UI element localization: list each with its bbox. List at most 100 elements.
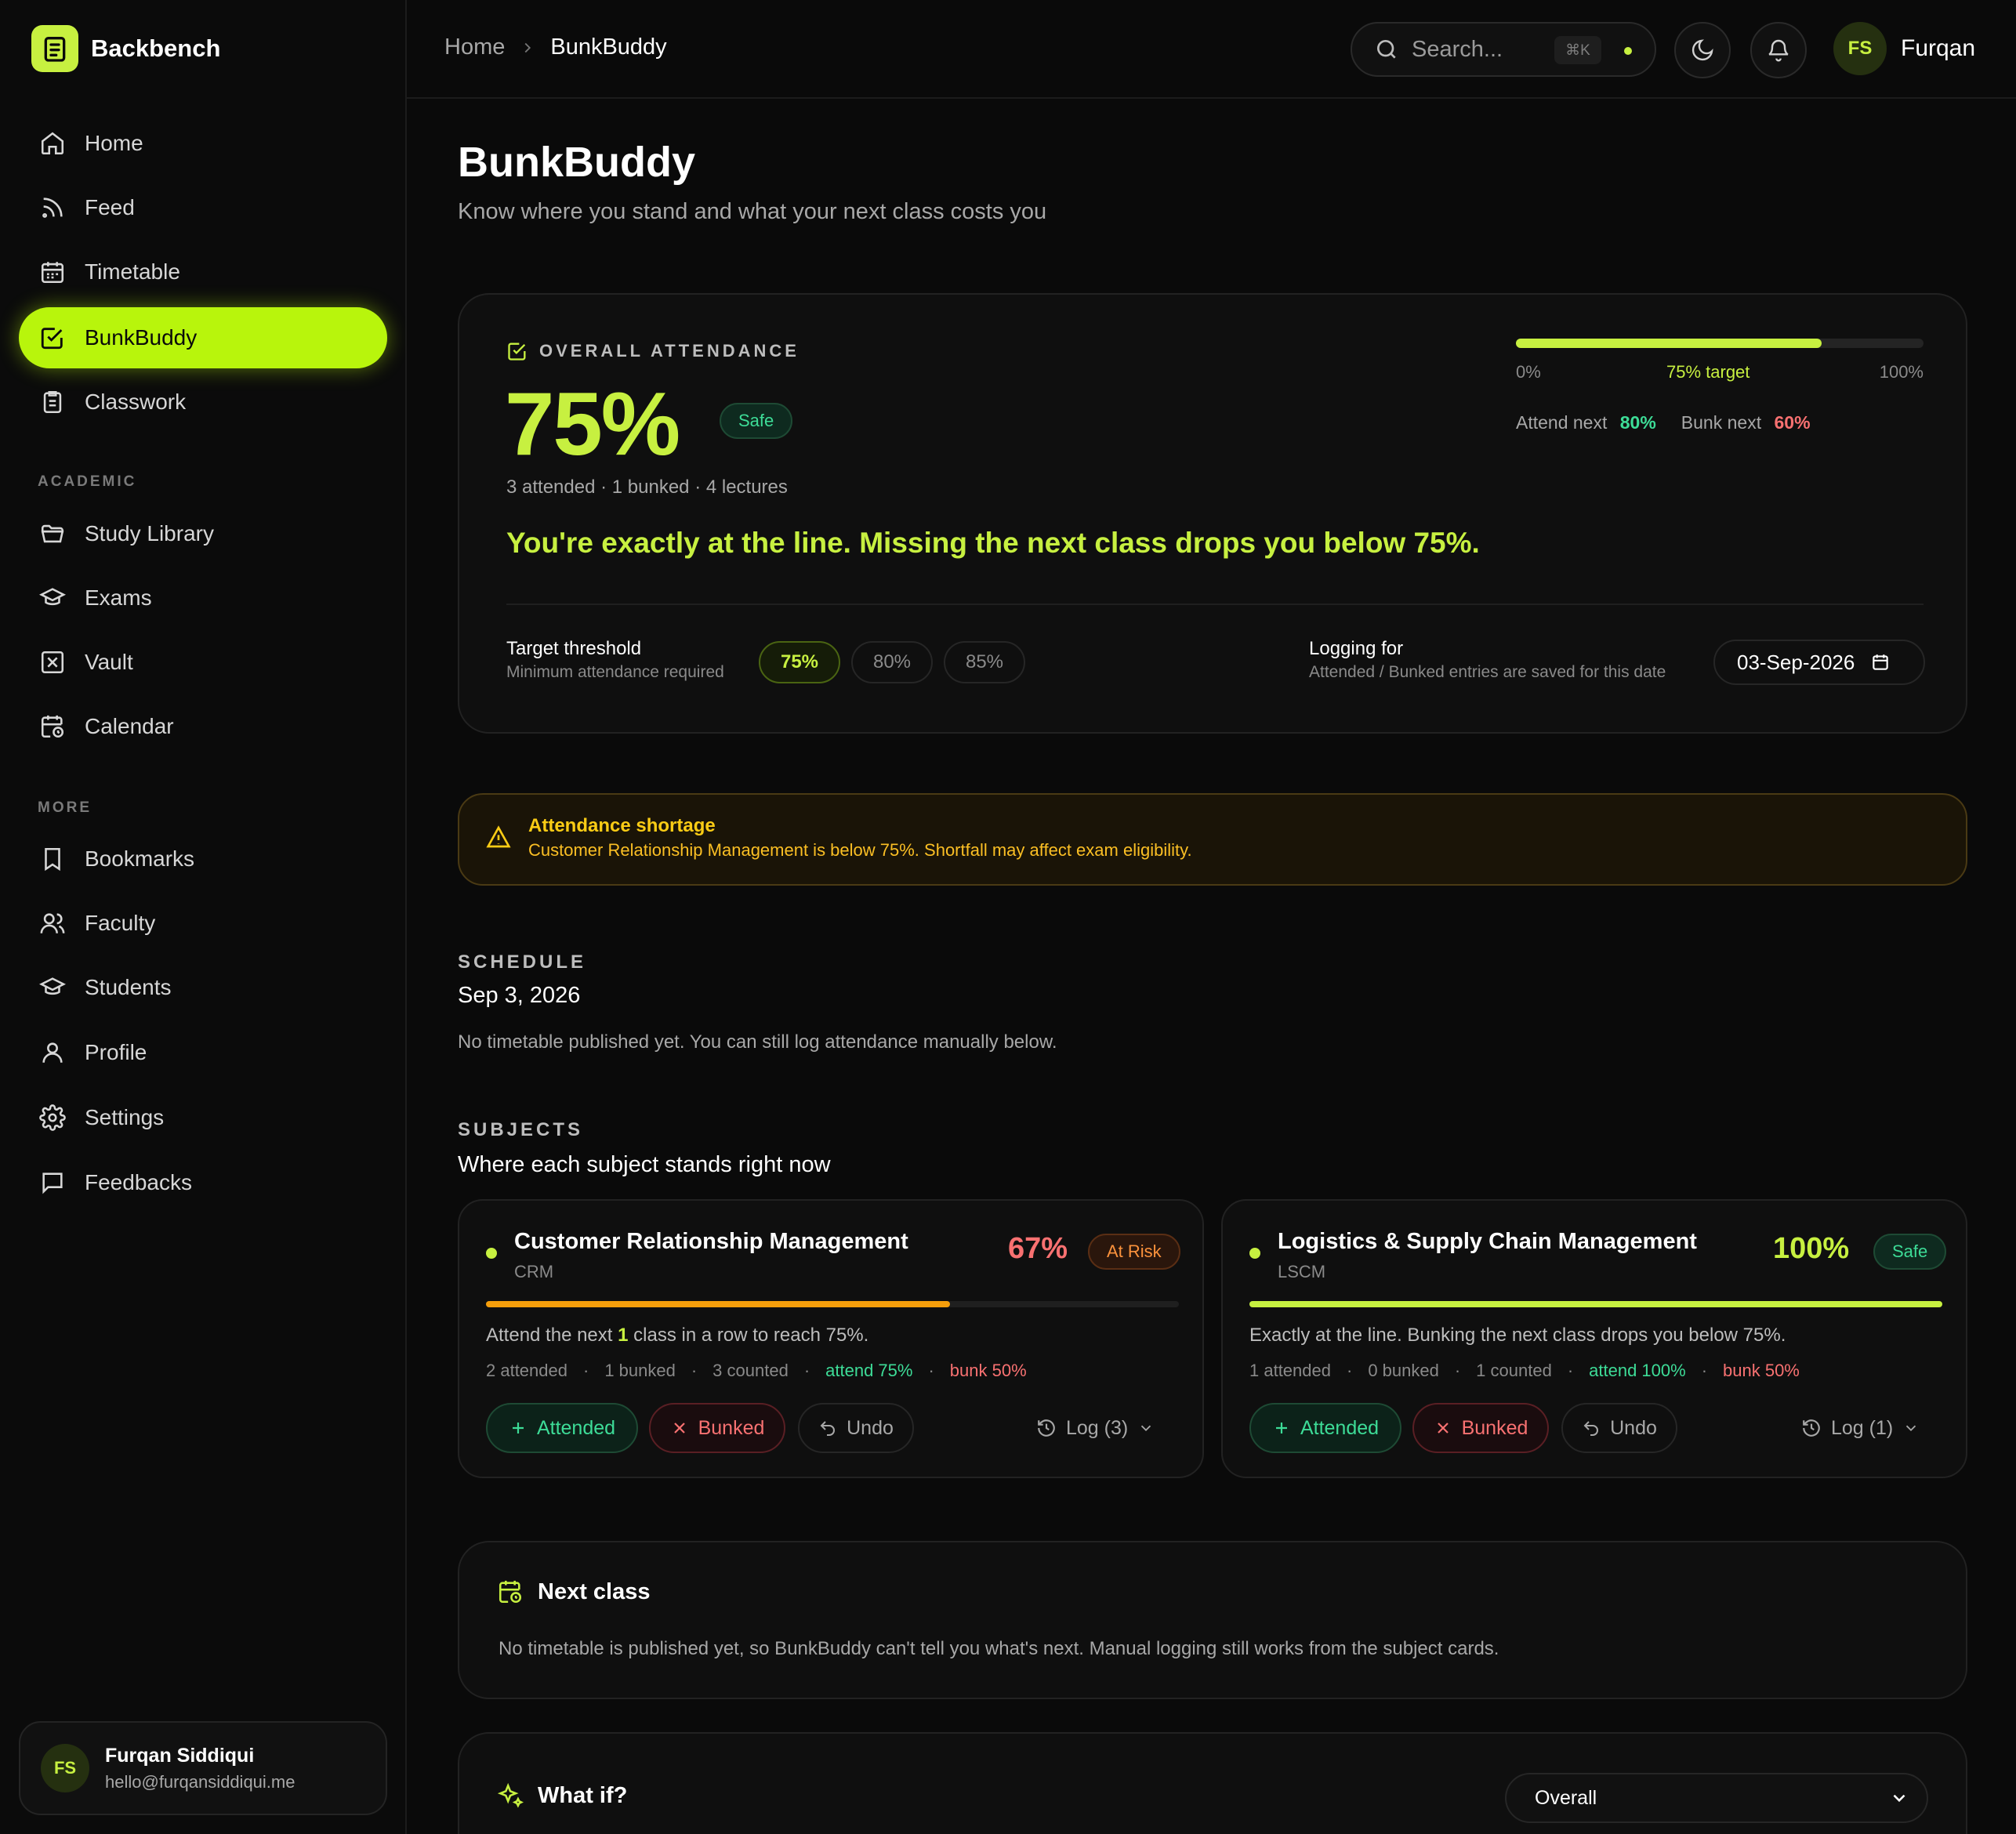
sidebar-item-settings[interactable]: Settings (19, 1087, 387, 1148)
sidebar-item-label: Faculty (85, 911, 156, 935)
sidebar-item-label: Students (85, 975, 172, 999)
sidebar-user-card[interactable]: FS Furqan Siddiqui hello@furqansiddiqui.… (19, 1721, 387, 1815)
subject-code: CRM (514, 1262, 554, 1281)
subject-percent: 100% (1773, 1232, 1850, 1265)
attend-next-value: 80% (1619, 412, 1656, 433)
subject-card-crm: Customer Relationship Management CRM 67%… (458, 1199, 1204, 1478)
breadcrumb-current: BunkBuddy (550, 34, 667, 60)
stat-attended: 1 attended (1249, 1361, 1331, 1380)
what-if-title-text: What if? (538, 1782, 628, 1808)
sidebar-item-label: Study Library (85, 521, 214, 545)
bunk-next: Bunk next 60% (1681, 412, 1811, 433)
alert-text: Customer Relationship Management is belo… (528, 840, 1192, 860)
search-input[interactable]: Search... ⌘K (1351, 22, 1656, 77)
clipboard-icon (43, 390, 62, 414)
projection-row: Attend next 80% Bunk next 60% (1516, 412, 1924, 433)
undo-button[interactable]: Undo (798, 1403, 914, 1453)
subject-name: Customer Relationship Management (514, 1229, 908, 1254)
sidebar-item-students[interactable]: Students (19, 957, 387, 1018)
warning-triangle-icon (486, 825, 511, 848)
sidebar-item-label: Feed (85, 195, 135, 219)
attended-button[interactable]: Attended (486, 1403, 638, 1453)
sidebar-item-calendar[interactable]: Calendar (19, 696, 387, 757)
overall-meta: 3 attended · 1 bunked · 4 lectures (506, 477, 788, 498)
sidebar-item-label: BunkBuddy (85, 325, 198, 350)
top-user-name: Furqan (1901, 35, 1976, 61)
sidebar-item-label: Vault (85, 650, 133, 674)
check-square-icon (41, 328, 63, 350)
sidebar-item-study-library[interactable]: Study Library (19, 503, 387, 564)
sidebar-item-label: Bookmarks (85, 846, 195, 871)
stat-attended: 2 attended (486, 1361, 567, 1380)
undo-button-label: Undo (1610, 1416, 1657, 1439)
stat-bunk-projection: bunk 50% (949, 1361, 1027, 1380)
theme-toggle-button[interactable] (1674, 22, 1731, 78)
stat-counted: 1 counted (1476, 1361, 1552, 1380)
sidebar-item-vault[interactable]: Vault (19, 632, 387, 693)
user-name: Furqan Siddiqui (105, 1744, 255, 1767)
attended-button[interactable]: Attended (1249, 1403, 1401, 1453)
schedule-date: Sep 3, 2026 (458, 983, 581, 1008)
overall-progress: 0% 75% target 100% Attend next 80% Bunk … (1516, 339, 1924, 433)
subject-card-lscm: Logistics & Supply Chain Management LSCM… (1221, 1199, 1967, 1478)
sidebar-item-faculty[interactable]: Faculty (19, 893, 387, 954)
stat-separator: · (803, 1361, 810, 1380)
avatar: FS (1833, 22, 1887, 75)
threshold-option-75[interactable]: 75% (759, 641, 840, 683)
bunk-next-label: Bunk next (1681, 412, 1762, 433)
x-icon (1437, 1423, 1449, 1433)
sidebar-item-bookmarks[interactable]: Bookmarks (19, 828, 387, 890)
schedule-note: No timetable published yet. You can stil… (458, 1031, 1057, 1053)
graduation-cap-icon (39, 977, 66, 995)
logging-label: Logging for Attended / Bunked entries ar… (1309, 638, 1666, 682)
log-toggle-button[interactable]: Log (1) (1801, 1403, 1920, 1453)
plus-icon (1275, 1423, 1287, 1433)
stat-separator: · (928, 1361, 934, 1380)
nav-section-more: MORE (38, 799, 92, 816)
attend-next-label: Attend next (1516, 412, 1608, 433)
scale-target: 75% target (1666, 362, 1750, 382)
sidebar-item-timetable[interactable]: Timetable (19, 241, 387, 303)
sidebar-item-label: Feedbacks (85, 1170, 192, 1194)
subject-stats: 2 attended · 1 bunked · 3 counted · attend … (486, 1361, 1027, 1381)
chevron-down-icon (1906, 1425, 1916, 1432)
stat-separator: · (1567, 1361, 1574, 1380)
brand-name: Backbench (91, 34, 221, 62)
breadcrumb-home[interactable]: Home (444, 34, 505, 60)
notifications-button[interactable] (1750, 22, 1807, 78)
sidebar-item-profile[interactable]: Profile (19, 1022, 387, 1083)
sidebar-item-feed[interactable]: Feed (19, 177, 387, 238)
status-badge: At Risk (1088, 1234, 1180, 1270)
sidebar-item-bunkbuddy[interactable]: BunkBuddy (19, 307, 387, 368)
progress-track (1516, 339, 1924, 348)
brand[interactable]: Backbench (31, 25, 220, 72)
undo-button[interactable]: Undo (1561, 1403, 1677, 1453)
sidebar-item-exams[interactable]: Exams (19, 567, 387, 629)
page-subtitle: Know where you stand and what your next … (458, 199, 1047, 224)
stat-separator: · (582, 1361, 589, 1380)
moon-icon (1691, 39, 1713, 61)
chevron-down-icon (1141, 1425, 1151, 1432)
subject-progress-track (486, 1301, 1179, 1307)
what-if-select[interactable]: Overall (1505, 1773, 1928, 1823)
logging-title: Logging for (1309, 638, 1404, 659)
sidebar-item-home[interactable]: Home (19, 113, 387, 174)
log-toggle-button[interactable]: Log (3) (1036, 1403, 1155, 1453)
calendar-clock-icon (499, 1580, 522, 1604)
bunked-button[interactable]: Bunked (1412, 1403, 1549, 1453)
graduation-cap-icon (39, 588, 66, 606)
stat-separator: · (1346, 1361, 1353, 1380)
sidebar-item-feedbacks[interactable]: Feedbacks (19, 1152, 387, 1213)
threshold-option-80[interactable]: 80% (851, 641, 933, 683)
sidebar-item-label: Exams (85, 585, 152, 610)
bunked-button-label: Bunked (698, 1416, 765, 1439)
logging-date-input[interactable]: 03-Sep-2026 (1713, 640, 1925, 685)
sidebar-item-classwork[interactable]: Classwork (19, 372, 387, 433)
bunked-button[interactable]: Bunked (649, 1403, 785, 1453)
schedule-label: SCHEDULE (458, 951, 587, 973)
subject-progress-fill (1249, 1301, 1942, 1307)
bunked-button-label: Bunked (1461, 1416, 1528, 1439)
threshold-option-85[interactable]: 85% (944, 641, 1025, 683)
overall-attendance-card: OVERALL ATTENDANCE 75% Safe 3 attended ·… (458, 293, 1967, 734)
user-menu[interactable]: FS Furqan (1833, 22, 1975, 75)
